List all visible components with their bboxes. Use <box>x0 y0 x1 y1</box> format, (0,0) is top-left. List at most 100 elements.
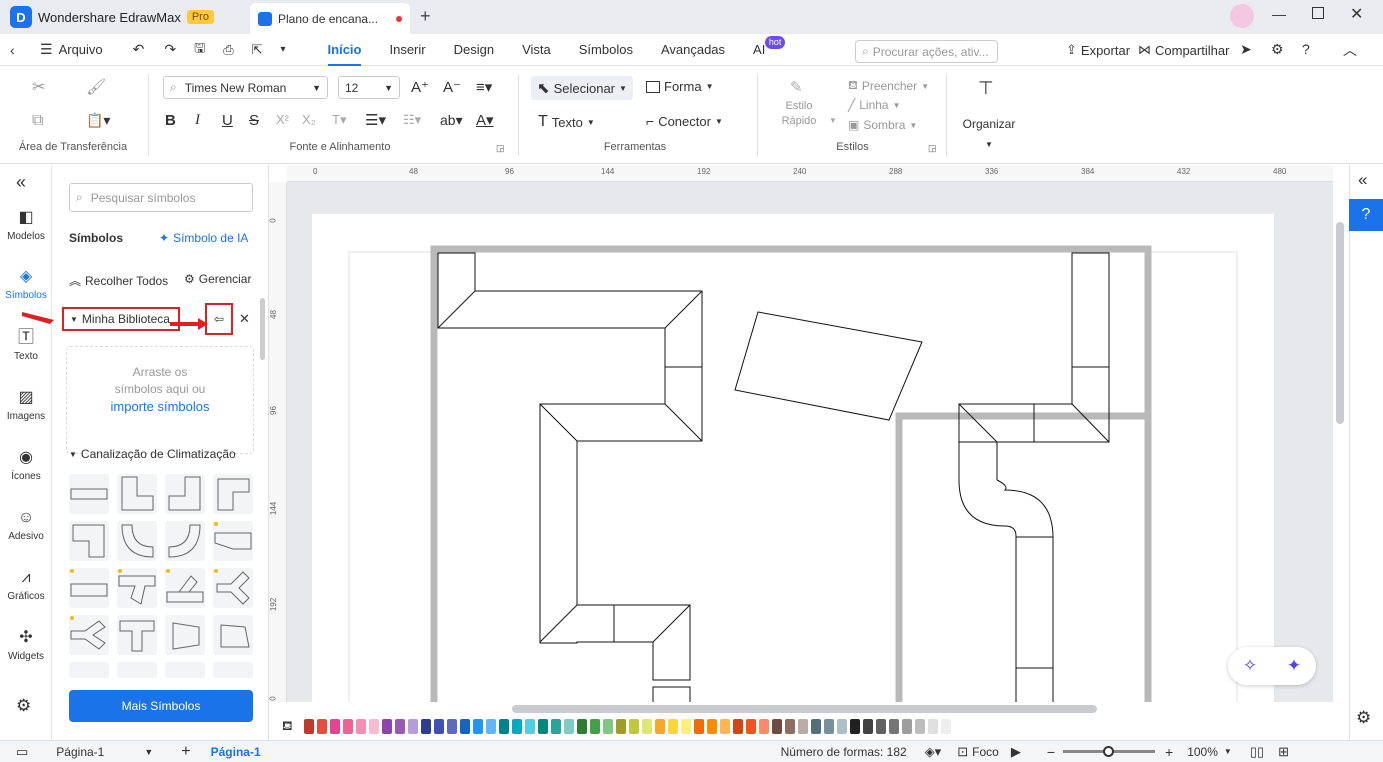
send-icon[interactable]: ➤ <box>1240 41 1252 58</box>
symbol-tile[interactable] <box>69 474 109 514</box>
color-swatch[interactable] <box>369 719 379 734</box>
line-button[interactable]: ╱ Linha ▼ <box>848 98 901 112</box>
symbol-tile[interactable] <box>165 474 205 514</box>
bold-icon[interactable]: B <box>165 112 176 129</box>
color-swatch[interactable] <box>655 719 665 734</box>
gear-icon[interactable]: ⚙ <box>1356 708 1371 728</box>
add-page-icon[interactable]: + <box>181 743 190 761</box>
color-swatch[interactable] <box>395 719 405 734</box>
color-swatch[interactable] <box>629 719 639 734</box>
color-swatch[interactable] <box>356 719 366 734</box>
symbol-tile[interactable] <box>117 474 157 514</box>
category-header[interactable]: ▼ Canalização de Climatização <box>69 447 236 461</box>
collapse-left-icon[interactable]: « <box>16 172 26 193</box>
document-tab[interactable]: Plano de encana... <box>250 3 410 34</box>
library-drop-zone[interactable]: Arraste os símbolos aqui ou importe símb… <box>66 346 254 454</box>
color-swatch[interactable] <box>759 719 769 734</box>
color-swatch[interactable] <box>902 719 912 734</box>
fit-page-icon[interactable]: ⊞ <box>1278 744 1289 760</box>
symbol-tile[interactable] <box>117 568 157 608</box>
close-library-icon[interactable]: ✕ <box>239 311 250 327</box>
tab-inicio[interactable]: Início <box>314 34 376 66</box>
import-symbols-link[interactable]: importe símbolos <box>67 398 253 415</box>
color-swatch[interactable] <box>785 719 795 734</box>
symbol-tile[interactable] <box>213 615 253 655</box>
avatar[interactable] <box>1230 4 1254 28</box>
color-swatch[interactable] <box>915 719 925 734</box>
color-swatch[interactable] <box>772 719 782 734</box>
quick-style-icon[interactable]: ✎ <box>790 78 803 96</box>
cut-icon[interactable]: ✂ <box>32 77 45 97</box>
text-style-icon[interactable]: ab▾ <box>440 112 463 129</box>
color-swatch[interactable] <box>720 719 730 734</box>
color-swatch[interactable] <box>681 719 691 734</box>
app-tab[interactable]: D Wondershare EdrawMax Pro <box>10 4 214 30</box>
maximize-icon[interactable] <box>1312 7 1324 19</box>
color-swatch[interactable] <box>486 719 496 734</box>
symbol-tile[interactable] <box>69 662 109 678</box>
copy-icon[interactable]: ⧉ <box>32 112 43 130</box>
symbol-tile[interactable] <box>165 662 205 678</box>
color-swatch[interactable] <box>330 719 340 734</box>
format-painter-icon[interactable]: 🖌 <box>86 77 106 97</box>
color-swatch[interactable] <box>876 719 886 734</box>
color-swatch[interactable] <box>707 719 717 734</box>
color-swatch[interactable] <box>525 719 535 734</box>
print-icon[interactable]: ⎙ <box>223 42 233 58</box>
color-swatch[interactable] <box>616 719 626 734</box>
italic-icon[interactable]: I <box>195 112 200 129</box>
collapse-all-button[interactable]: ︽ Recolher Todos <box>69 272 168 289</box>
color-swatch[interactable] <box>421 719 431 734</box>
subscript-icon[interactable]: X₂ <box>302 112 316 127</box>
nav-imagens[interactable]: ▨ Imagens <box>0 388 52 422</box>
connector-tool-button[interactable]: ⌐ Conector ▼ <box>646 113 723 129</box>
fill-bucket-icon[interactable]: ⛾ <box>282 718 293 736</box>
share-button[interactable]: ⋈ Compartilhar <box>1138 42 1229 58</box>
text-tool-button[interactable]: T Texto ▼ <box>538 113 595 131</box>
action-search-input[interactable]: ⌕ Procurar ações, ativ... <box>855 40 998 63</box>
nav-modelos[interactable]: ◧ Modelos <box>0 208 52 242</box>
layers-icon[interactable]: ◈▾ <box>925 744 942 760</box>
organize-label[interactable]: Organizar <box>960 117 1018 131</box>
symbol-search-input[interactable]: ⌕ Pesquisar símbolos <box>69 183 253 212</box>
superscript-icon[interactable]: X² <box>276 112 289 127</box>
color-swatch[interactable] <box>746 719 756 734</box>
symbol-tile[interactable] <box>117 662 157 678</box>
nav-widgets[interactable]: ✣ Widgets <box>0 628 52 662</box>
page-select[interactable]: Página-1 <box>56 745 104 759</box>
expand-dialog-icon[interactable]: ◲ <box>496 143 505 154</box>
fill-button[interactable]: ⛾ Preencher ▼ <box>848 78 929 94</box>
expand-right-icon[interactable]: « <box>1358 170 1367 190</box>
symbol-tile[interactable] <box>117 615 157 655</box>
strikethrough-icon[interactable]: S <box>249 112 259 129</box>
tab-inserir[interactable]: Inserir <box>375 34 439 66</box>
chevron-down-icon[interactable]: ▼ <box>144 747 153 757</box>
focus-label[interactable]: Foco <box>972 745 999 759</box>
color-swatch[interactable] <box>928 719 938 734</box>
vertical-scrollbar[interactable] <box>1336 222 1344 424</box>
align-icon[interactable]: ≡▾ <box>476 78 492 96</box>
symbol-tile[interactable] <box>213 662 253 678</box>
nav-graficos[interactable]: ⩘ Gráficos <box>0 568 52 602</box>
export-button[interactable]: ⇪ Exportar <box>1066 42 1130 58</box>
color-swatch[interactable] <box>850 719 860 734</box>
text-case-icon[interactable]: T▾ <box>332 112 346 128</box>
color-swatch[interactable] <box>538 719 548 734</box>
focus-icon[interactable]: ⊡ <box>957 744 968 760</box>
select-tool-button[interactable]: ⬉ Selecionar ▼ <box>531 76 633 100</box>
color-swatch[interactable] <box>824 719 834 734</box>
zoom-level[interactable]: 100% <box>1187 745 1218 759</box>
more-dropdown-icon[interactable]: ▾ <box>281 44 286 55</box>
symbol-tile[interactable] <box>165 615 205 655</box>
symbol-tile[interactable] <box>69 615 109 655</box>
symbol-tile[interactable] <box>69 521 109 561</box>
ai-symbol-button[interactable]: ✦ Símbolo de IA <box>159 231 248 245</box>
help-icon[interactable]: ? <box>1302 41 1310 57</box>
organize-icon[interactable]: ⊤ <box>978 78 994 99</box>
expand-dialog-icon[interactable]: ◲ <box>928 143 937 154</box>
ai-sparkle-icon[interactable]: ✦ <box>1287 656 1301 676</box>
nav-simbolos[interactable]: ◈ Símbolos <box>0 267 52 301</box>
magic-wand-icon[interactable]: ✧ <box>1243 656 1257 676</box>
nav-icones[interactable]: ◉ Ícones <box>0 448 52 482</box>
chevron-down-icon[interactable]: ▼ <box>985 140 993 149</box>
